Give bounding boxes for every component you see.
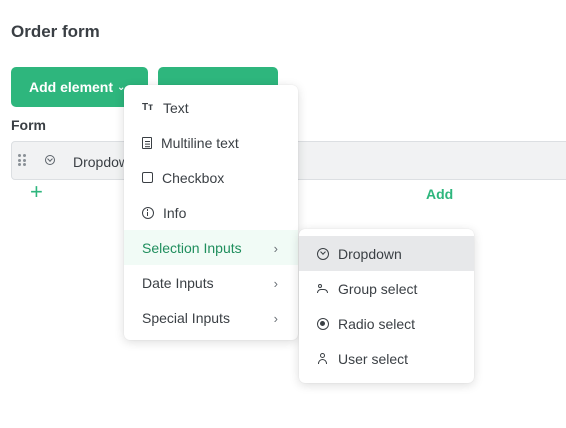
menu-item-label: Selection Inputs bbox=[142, 239, 242, 256]
selection-inputs-submenu: Dropdown Group select Radio select User … bbox=[299, 229, 474, 383]
multiline-text-icon bbox=[142, 136, 152, 149]
submenu-item-radio-select[interactable]: Radio select bbox=[299, 306, 474, 341]
radio-icon bbox=[317, 317, 329, 330]
menu-item-special-inputs[interactable]: Special Inputs › bbox=[124, 300, 298, 335]
dropdown-icon bbox=[317, 247, 329, 260]
text-type-icon: Tт bbox=[142, 101, 154, 113]
menu-item-checkbox[interactable]: Checkbox bbox=[124, 160, 298, 195]
menu-item-info[interactable]: Info bbox=[124, 195, 298, 230]
form-section-label: Form bbox=[11, 117, 46, 133]
submenu-item-dropdown[interactable]: Dropdown bbox=[299, 236, 474, 271]
menu-item-selection-inputs[interactable]: Selection Inputs › bbox=[124, 230, 298, 265]
add-element-label: Add element bbox=[29, 79, 114, 95]
submenu-item-label: Dropdown bbox=[338, 245, 402, 262]
submenu-item-label: Group select bbox=[338, 280, 418, 297]
chevron-right-icon: › bbox=[273, 311, 278, 326]
add-link[interactable]: Add bbox=[426, 186, 453, 202]
chevron-right-icon: › bbox=[273, 276, 278, 291]
menu-item-multiline-text[interactable]: Multiline text bbox=[124, 125, 298, 160]
submenu-item-group-select[interactable]: Group select bbox=[299, 271, 474, 306]
drag-handle-icon[interactable] bbox=[18, 154, 28, 166]
submenu-item-label: Radio select bbox=[338, 315, 416, 332]
menu-item-label: Special Inputs bbox=[142, 309, 230, 326]
menu-item-label: Multiline text bbox=[161, 134, 239, 151]
checkbox-icon bbox=[142, 172, 153, 183]
menu-item-label: Text bbox=[163, 99, 189, 116]
submenu-item-label: User select bbox=[338, 350, 409, 367]
menu-item-label: Checkbox bbox=[162, 169, 225, 186]
chevron-right-icon: › bbox=[273, 241, 278, 256]
info-icon bbox=[142, 206, 154, 219]
menu-item-text[interactable]: Tт Text bbox=[124, 90, 298, 125]
page-title: Order form bbox=[11, 22, 100, 41]
add-row-button[interactable]: + bbox=[30, 181, 43, 203]
menu-item-label: Info bbox=[163, 204, 187, 221]
menu-item-label: Date Inputs bbox=[142, 274, 214, 291]
add-element-menu: Tт Text Multiline text Checkbox Info Sel… bbox=[124, 85, 298, 340]
menu-item-date-inputs[interactable]: Date Inputs › bbox=[124, 265, 298, 300]
dropdown-icon bbox=[45, 155, 55, 165]
group-icon bbox=[317, 283, 329, 295]
submenu-item-user-select[interactable]: User select bbox=[299, 341, 474, 376]
user-icon bbox=[317, 352, 329, 365]
